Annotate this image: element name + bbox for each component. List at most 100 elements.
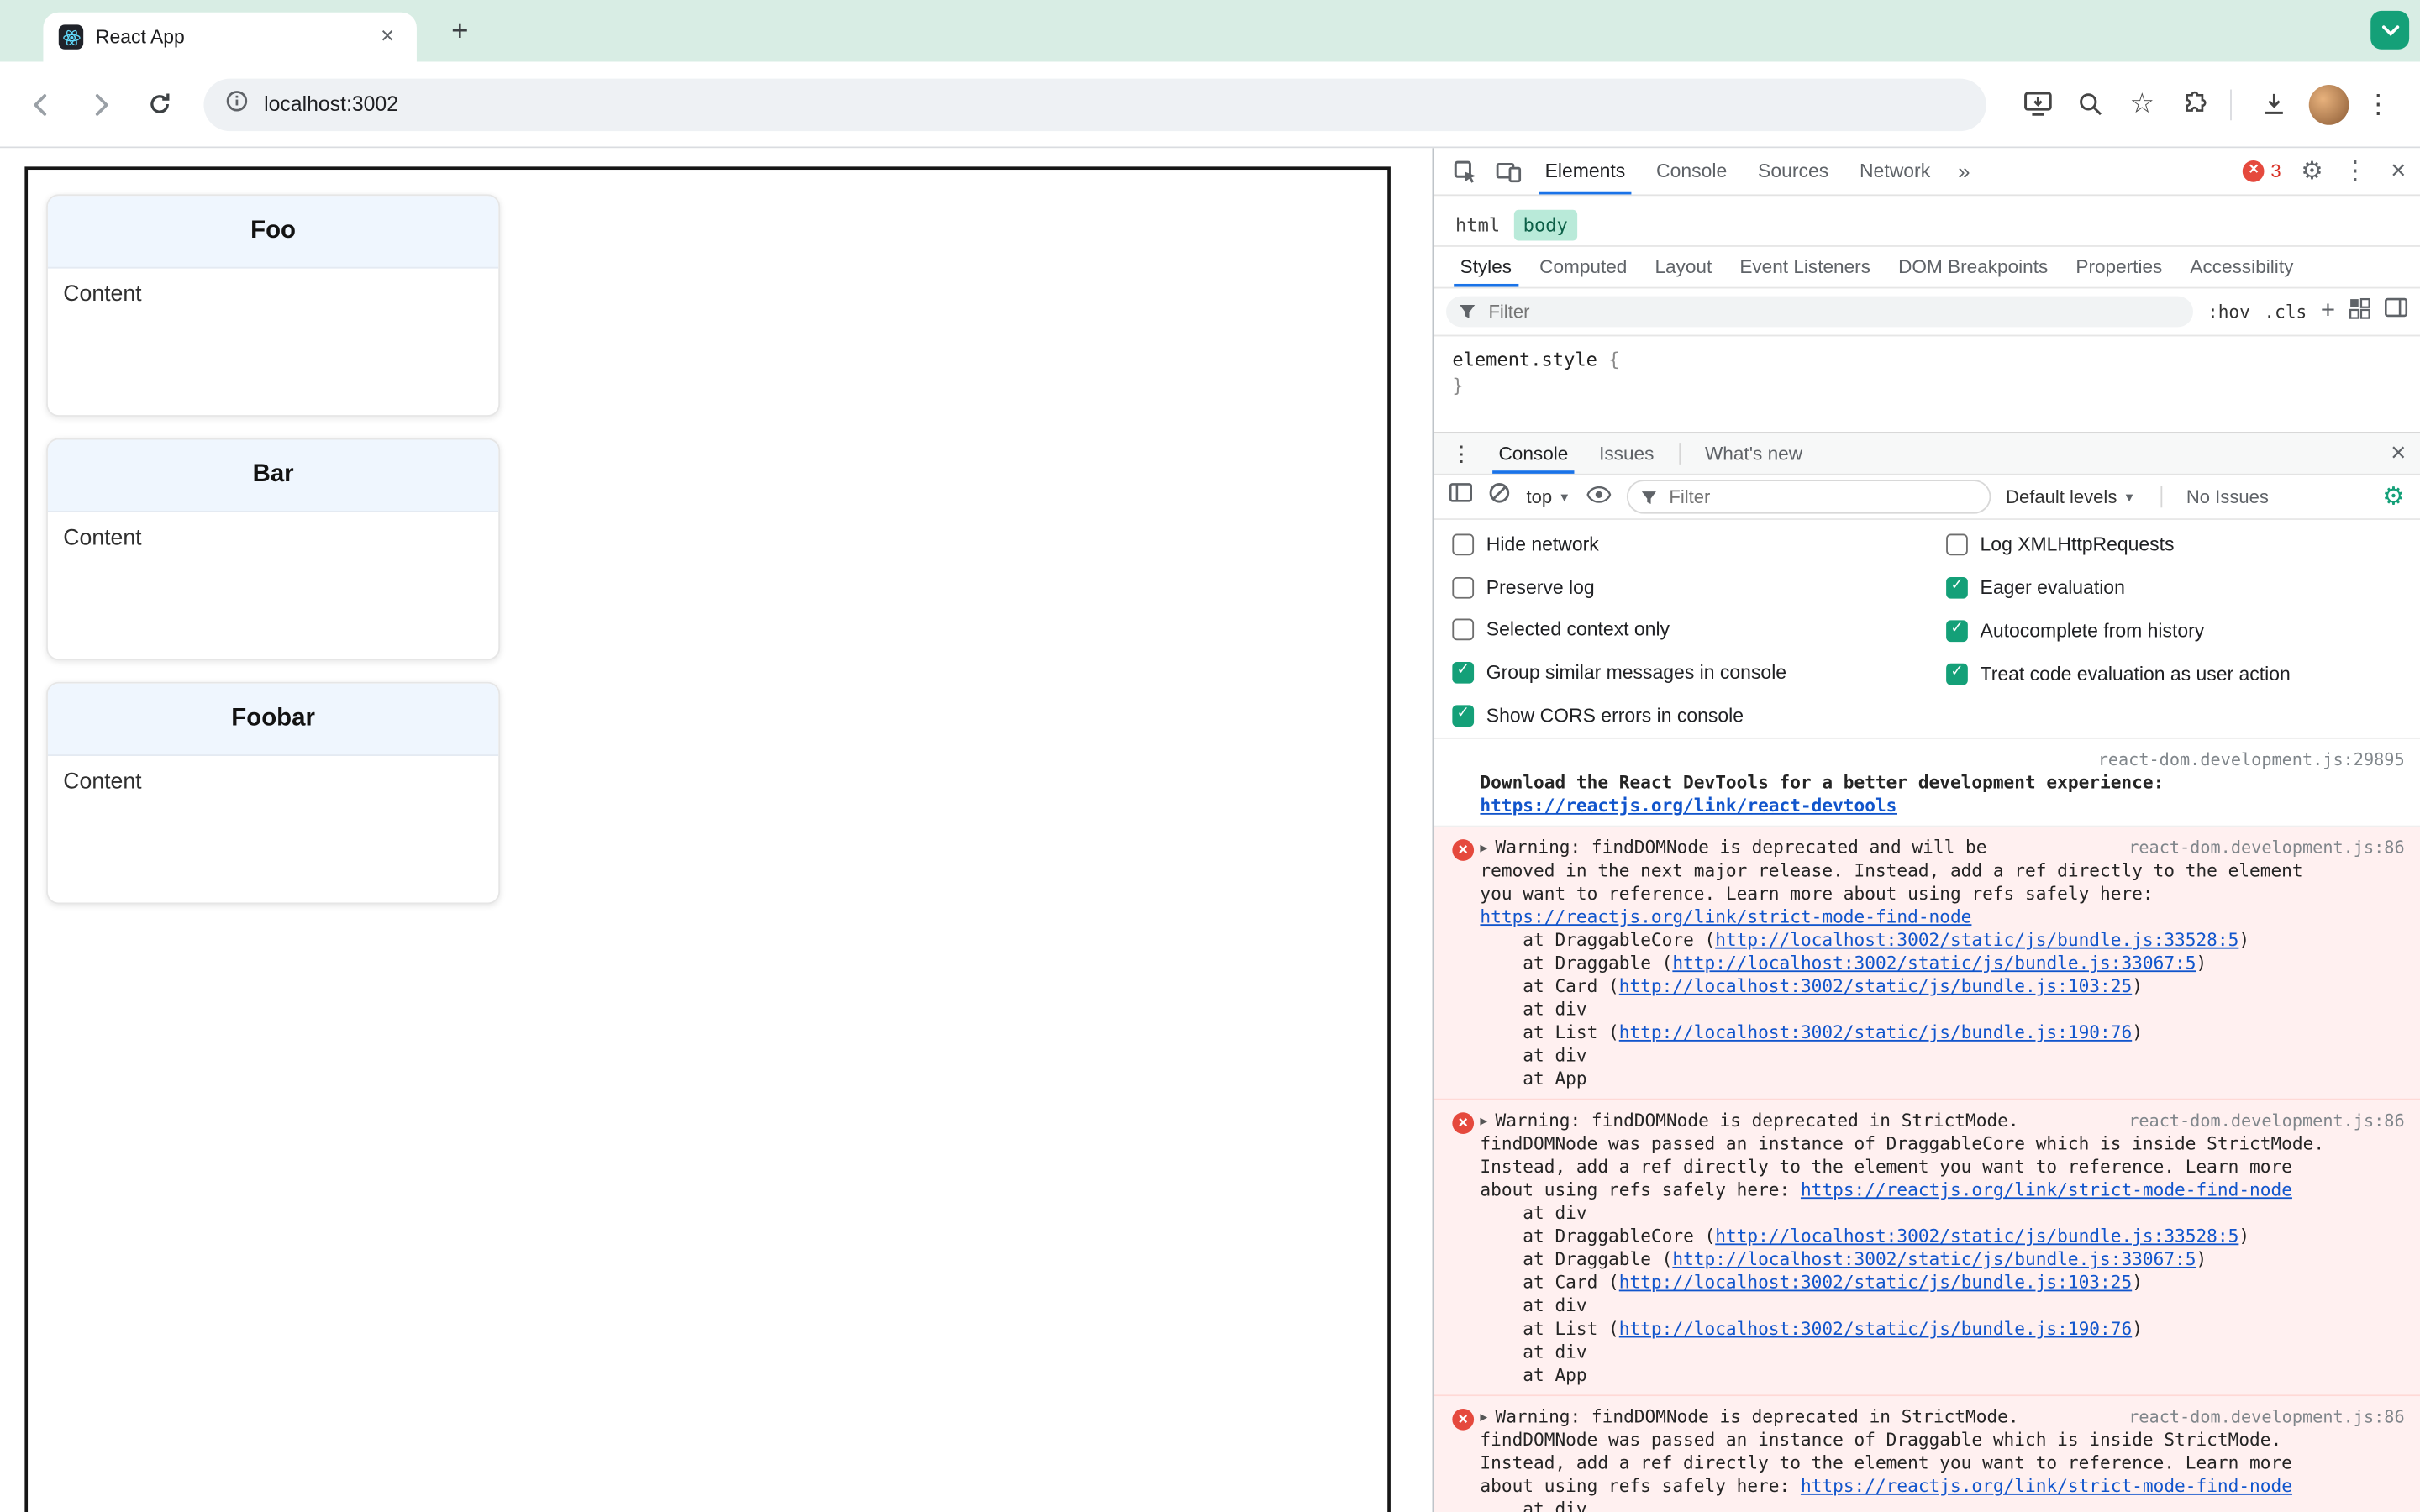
checkbox-unchecked-icon[interactable] xyxy=(1452,533,1475,556)
drawer-close-icon[interactable]: × xyxy=(2377,432,2420,475)
checkbox-checked-icon[interactable]: ✓ xyxy=(1946,620,1968,643)
browser-menu-icon[interactable]: ⋮ xyxy=(2355,81,2402,127)
checkbox-unchecked-icon[interactable] xyxy=(1946,533,1968,556)
element-style-rule[interactable]: element.style { } xyxy=(1434,336,2420,432)
tab-layout[interactable]: Layout xyxy=(1641,247,1726,287)
console-link[interactable]: http://localhost:3002/static/js/bundle.j… xyxy=(1619,975,2132,997)
more-tabs-icon[interactable]: » xyxy=(1946,159,1983,183)
profile-avatar[interactable] xyxy=(2308,84,2349,124)
extensions-icon[interactable] xyxy=(2171,81,2217,127)
console-setting-treat-code-evaluation-as-user-action[interactable]: ✓ Treat code evaluation as user action xyxy=(1946,653,2420,696)
address-bar[interactable]: localhost:3002 xyxy=(203,77,1986,131)
element-classes-button[interactable]: .cls xyxy=(2264,301,2307,323)
tab-properties[interactable]: Properties xyxy=(2062,247,2176,287)
checkbox-checked-icon[interactable]: ✓ xyxy=(1452,662,1475,685)
devtools-settings-gear-icon[interactable]: ⚙ xyxy=(2291,150,2333,192)
context-selector-dropdown[interactable]: top ▼ xyxy=(1527,486,1571,508)
console-link[interactable]: https://reactjs.org/link/strict-mode-fin… xyxy=(1801,1475,2292,1497)
tab-styles[interactable]: Styles xyxy=(1446,247,1526,287)
search-icon[interactable] xyxy=(2066,81,2112,127)
drawer-tab-console[interactable]: Console xyxy=(1483,433,1584,474)
site-info-icon[interactable] xyxy=(225,89,249,120)
tab-accessibility[interactable]: Accessibility xyxy=(2176,247,2307,287)
expand-caret-icon[interactable]: ▶ xyxy=(1480,1114,1487,1128)
reload-icon[interactable] xyxy=(136,81,182,127)
console-setting-show-cors-errors-in-console[interactable]: ✓ Show CORS errors in console xyxy=(1452,695,1946,738)
style-selector[interactable]: element.style xyxy=(1452,349,1597,370)
expand-caret-icon[interactable]: ▶ xyxy=(1480,841,1487,855)
console-settings-gear-icon[interactable]: ⚙ xyxy=(2382,481,2404,512)
inspect-element-icon[interactable] xyxy=(1443,150,1486,192)
checkbox-checked-icon[interactable]: ✓ xyxy=(1946,663,1968,685)
card-foo[interactable]: Foo Content xyxy=(46,194,501,417)
console-link[interactable]: http://localhost:3002/static/js/bundle.j… xyxy=(1619,1271,2132,1293)
tab-computed[interactable]: Computed xyxy=(1526,247,1641,287)
console-setting-selected-context-only[interactable]: Selected context only xyxy=(1452,609,1946,652)
issues-status[interactable]: No Issues xyxy=(2186,486,2269,508)
new-tab-button[interactable]: + xyxy=(441,14,478,51)
style-swatches-icon[interactable] xyxy=(2349,297,2371,327)
drawer-menu-icon[interactable]: ⋮ xyxy=(1440,432,1483,475)
console-setting-hide-network[interactable]: Hide network xyxy=(1452,523,1946,566)
styles-filter-input[interactable] xyxy=(1485,299,2181,324)
console-filter-wrap[interactable] xyxy=(1626,480,1991,514)
error-count-badge[interactable]: × 3 xyxy=(2243,160,2281,182)
styles-filter-wrap[interactable] xyxy=(1446,296,2194,328)
tab-search-button[interactable] xyxy=(2370,10,2410,50)
console-setting-eager-evaluation[interactable]: ✓ Eager evaluation xyxy=(1946,566,2420,609)
expand-caret-icon[interactable]: ▶ xyxy=(1480,1410,1487,1425)
install-app-icon[interactable] xyxy=(2014,81,2060,127)
new-style-rule-icon[interactable]: + xyxy=(2321,298,2335,323)
card-bar[interactable]: Bar Content xyxy=(46,438,501,661)
console-link[interactable]: http://localhost:3002/static/js/bundle.j… xyxy=(1672,952,2196,974)
drawer-tab-whats-new[interactable]: What's new xyxy=(1690,433,1818,474)
console-setting-autocomplete-from-history[interactable]: ✓ Autocomplete from history xyxy=(1946,610,2420,653)
console-link[interactable]: http://localhost:3002/static/js/bundle.j… xyxy=(1715,929,2238,951)
forward-icon[interactable] xyxy=(77,81,124,127)
message-source-link[interactable]: react-dom.development.js:86 xyxy=(2128,1405,2404,1429)
console-setting-group-similar-messages-in-console[interactable]: ✓ Group similar messages in console xyxy=(1452,652,1946,695)
devtools-tab-network[interactable]: Network xyxy=(1844,148,1946,194)
console-link[interactable]: https://reactjs.org/link/strict-mode-fin… xyxy=(1480,906,1971,927)
console-link[interactable]: https://reactjs.org/link/react-devtools xyxy=(1480,795,1897,816)
devtools-menu-icon[interactable]: ⋮ xyxy=(2333,150,2376,192)
message-source-link[interactable]: react-dom.development.js:86 xyxy=(2128,837,2404,860)
tab-close-icon[interactable]: × xyxy=(373,24,401,51)
console-setting-preserve-log[interactable]: Preserve log xyxy=(1452,566,1946,609)
message-source-link[interactable]: react-dom.development.js:86 xyxy=(2128,1110,2404,1133)
tab-dom-breakpoints[interactable]: DOM Breakpoints xyxy=(1885,247,2062,287)
card-foobar[interactable]: Foobar Content xyxy=(46,681,501,905)
checkbox-checked-icon[interactable]: ✓ xyxy=(1946,576,1968,599)
browser-tab[interactable]: React App × xyxy=(43,12,417,62)
breadcrumb-body[interactable]: body xyxy=(1513,209,1577,241)
devtools-tab-console[interactable]: Console xyxy=(1641,148,1743,194)
drawer-tab-issues[interactable]: Issues xyxy=(1584,433,1670,474)
devtools-close-icon[interactable]: × xyxy=(2377,150,2420,192)
back-icon[interactable] xyxy=(18,81,65,127)
device-toolbar-icon[interactable] xyxy=(1486,150,1529,192)
clear-console-icon[interactable] xyxy=(1488,481,1512,512)
checkbox-unchecked-icon[interactable] xyxy=(1452,619,1475,642)
console-setting-log-xmlhttprequests[interactable]: Log XMLHttpRequests xyxy=(1946,523,2420,566)
log-levels-dropdown[interactable]: Default levels ▼ xyxy=(2006,486,2135,508)
toggle-sidebar-icon[interactable] xyxy=(2384,297,2408,326)
message-source-link[interactable]: react-dom.development.js:29895 xyxy=(1496,748,2405,772)
checkbox-checked-icon[interactable]: ✓ xyxy=(1452,705,1475,727)
breadcrumb-html[interactable]: html xyxy=(1446,210,1509,241)
console-link[interactable]: http://localhost:3002/static/js/bundle.j… xyxy=(1715,1225,2238,1247)
devtools-tab-elements[interactable]: Elements xyxy=(1529,148,1640,195)
dom-closing-tag[interactable]: </head> xyxy=(1560,202,1634,206)
live-expression-eye-icon[interactable] xyxy=(1586,483,1611,511)
console-link[interactable]: http://localhost:3002/static/js/bundle.j… xyxy=(1619,1021,2132,1043)
devtools-tab-sources[interactable]: Sources xyxy=(1743,148,1844,194)
toggle-hover-state-button[interactable]: :hov xyxy=(2207,301,2250,323)
downloads-icon[interactable] xyxy=(2250,81,2296,127)
console-sidebar-icon[interactable] xyxy=(1449,482,1473,512)
console-link[interactable]: http://localhost:3002/static/js/bundle.j… xyxy=(1672,1248,2196,1270)
bookmark-star-icon[interactable]: ☆ xyxy=(2119,81,2165,127)
console-filter-input[interactable] xyxy=(1665,484,1977,510)
console-link[interactable]: https://reactjs.org/link/strict-mode-fin… xyxy=(1801,1179,2292,1200)
console-link[interactable]: http://localhost:3002/static/js/bundle.j… xyxy=(1619,1318,2132,1340)
checkbox-unchecked-icon[interactable] xyxy=(1452,576,1475,599)
tab-event-listeners[interactable]: Event Listeners xyxy=(1726,247,1885,287)
